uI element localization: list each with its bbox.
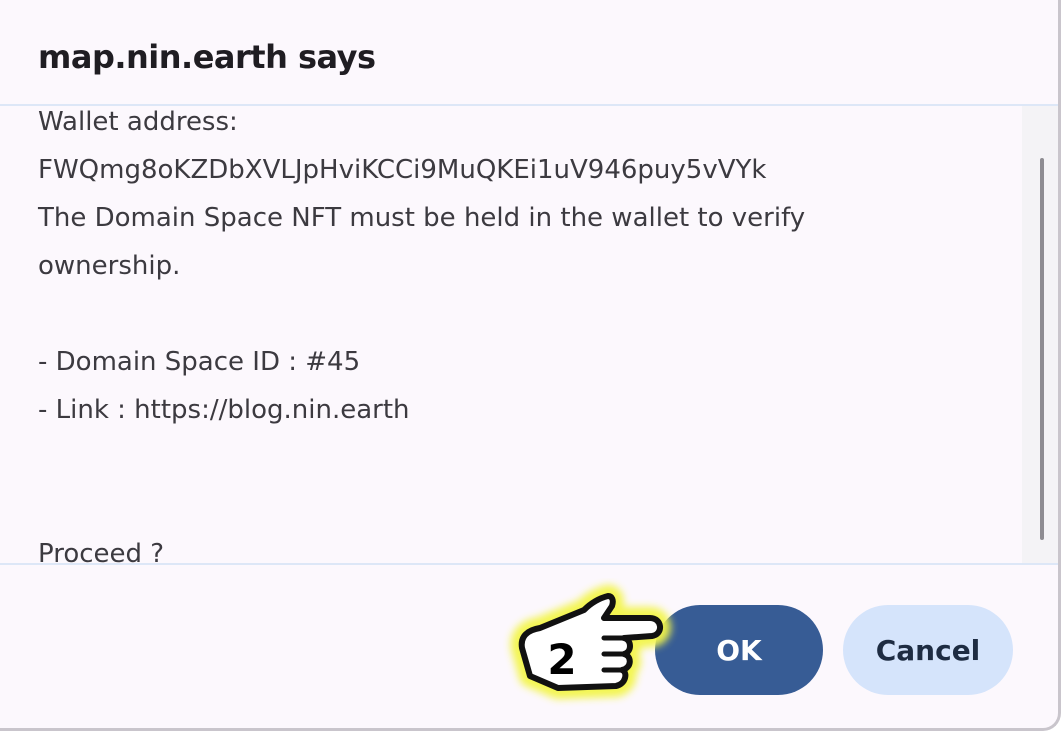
cancel-button[interactable]: Cancel xyxy=(843,605,1013,695)
message-area: Wallet address: FWQmg8oKZDbXVLJpHviKCCi9… xyxy=(0,106,1022,563)
scrollbar-thumb[interactable] xyxy=(1040,158,1044,540)
pointing-hand-icon: 2 xyxy=(510,585,671,699)
alert-dialog: map.nin.earth says Wallet address: FWQmg… xyxy=(0,0,1061,731)
step-number: 2 xyxy=(547,635,576,684)
footer-divider xyxy=(0,563,1058,565)
dialog-title: map.nin.earth says xyxy=(38,38,376,76)
dialog-message: Wallet address: FWQmg8oKZDbXVLJpHviKCCi9… xyxy=(38,107,806,563)
